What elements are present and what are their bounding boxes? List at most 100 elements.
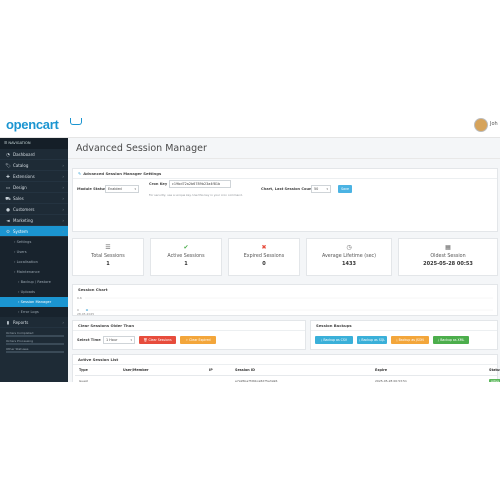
chart-count-label: Chart, Last Session Count bbox=[261, 187, 314, 191]
select-time-dropdown[interactable]: 1 Hour ▾ bbox=[103, 336, 135, 344]
chevron-down-icon: ▾ bbox=[134, 187, 136, 191]
stat-label: Expired Sessions bbox=[243, 254, 285, 259]
progress-track bbox=[6, 343, 64, 345]
clear-expired-button[interactable]: ✧ Clear Expired bbox=[180, 336, 216, 344]
cog-icon: ⚙ bbox=[6, 230, 10, 235]
sidebar-subitem-backup-restore[interactable]: › Backup / Restore bbox=[0, 277, 68, 287]
opencart-logo[interactable]: opencart bbox=[6, 117, 59, 132]
clear-sessions-panel: Clear Sessions Older Than Select Time 1 … bbox=[72, 320, 306, 350]
page-title: Advanced Session Manager bbox=[76, 143, 207, 154]
screenshot-stage: opencart Joh ☰ NAVIGATION ◔ Dashboard 🏷 Cat… bbox=[0, 0, 500, 500]
progress-track bbox=[6, 335, 64, 337]
sidebar-subitem-label: Localisation bbox=[16, 260, 38, 264]
settings-panel: ✎ Advanced Session Manager Settings Modul… bbox=[72, 168, 498, 232]
backup-csv-button[interactable]: ⤓ Backup as CSV bbox=[315, 336, 353, 344]
active-session-panel: Active Session List Type User/Member IP Ses… bbox=[72, 354, 500, 382]
chart-point bbox=[86, 309, 88, 311]
user-avatar[interactable] bbox=[474, 118, 488, 132]
cron-key-input[interactable]: c19bd72a2b6789b23a4f81b bbox=[169, 180, 231, 188]
list-icon: ☰ bbox=[105, 244, 111, 251]
sidebar-subitem-label: Users bbox=[16, 250, 27, 254]
sidebar-subitem-label: Backup / Restore bbox=[20, 280, 51, 284]
sidebar-item-sales[interactable]: ⛟ Sales › bbox=[0, 193, 68, 204]
settings-panel-title: ✎ Advanced Session Manager Settings bbox=[73, 169, 497, 179]
user-name[interactable]: Joh bbox=[490, 121, 498, 127]
table-cell-session_id: e7a95ba7fd6bca8d75e3a96 bbox=[235, 379, 278, 382]
backup-button-label: Backup as SQL bbox=[361, 338, 386, 342]
chart-x-tick: 28.05.2025 bbox=[77, 312, 94, 316]
chevron-down-icon: ▾ bbox=[130, 338, 132, 342]
sidebar-item-reports[interactable]: ▮ Reports › bbox=[0, 317, 68, 328]
stat-card-oldest-session: ▦ Oldest Session 2025-05-28 00:53 bbox=[398, 238, 498, 276]
chevron-down-icon: ▾ bbox=[326, 187, 328, 191]
stat-value: 1 bbox=[106, 261, 110, 267]
sidebar-subitem-label: Uploads bbox=[20, 290, 36, 294]
sidebar-item-design[interactable]: ▭ Design › bbox=[0, 182, 68, 193]
table-column-header: Expire bbox=[375, 368, 388, 372]
sidebar-subitem-label: Maintenance bbox=[16, 270, 40, 274]
table-column-header: IP bbox=[209, 368, 213, 372]
table-column-header: Type bbox=[79, 368, 88, 372]
stat-card-active-sessions: ✔ Active Sessions 1 bbox=[150, 238, 222, 276]
backup-json-button[interactable]: ⤓ Backup as JSON bbox=[391, 336, 429, 344]
clock-icon: ◷ bbox=[346, 244, 352, 251]
sidebar-item-catalog[interactable]: 🏷 Catalog › bbox=[0, 160, 68, 171]
sidebar-item-customers[interactable]: ● Customers › bbox=[0, 204, 68, 215]
calendar-icon: ▦ bbox=[445, 244, 451, 251]
sidebar-item-marketing[interactable]: ◄ Marketing › bbox=[0, 215, 68, 226]
stat-value: 1433 bbox=[342, 261, 356, 267]
module-status-label: Module Status bbox=[77, 187, 107, 191]
backup-button-label: Backup as JSON bbox=[398, 338, 424, 342]
table-header-divider bbox=[75, 375, 497, 376]
sidebar-item-label: Customers bbox=[13, 207, 35, 212]
session-backups-panel: Session Backups ⤓ Backup as CSV ⤓ Backup … bbox=[310, 320, 498, 350]
sidebar-item-label: Design bbox=[13, 185, 27, 190]
session-chart: 0.6028.05.2025 bbox=[77, 296, 493, 316]
table-cell-expire: 2025-05-28 00:53:51 bbox=[375, 379, 407, 382]
save-button[interactable]: Save bbox=[338, 185, 352, 193]
sidebar-item-label: Sales bbox=[13, 196, 24, 201]
stat-card-expired-sessions: ✖ Expired Sessions 0 bbox=[228, 238, 300, 276]
sidebar-subitem-localisation[interactable]: › Localisation bbox=[0, 257, 68, 267]
sidebar-subitem-users[interactable]: › Users bbox=[0, 247, 68, 257]
sidebar-item-dashboard[interactable]: ◔ Dashboard bbox=[0, 149, 68, 160]
sidebar-navigation: ☰ NAVIGATION ◔ Dashboard 🏷 Catalog › ✚ Extensi… bbox=[0, 138, 68, 382]
sidebar-subitem-uploads[interactable]: › Uploads bbox=[0, 287, 68, 297]
sidebar-subitem-session-manager[interactable]: › Session Manager bbox=[0, 297, 68, 307]
chevron-right-icon: › bbox=[62, 196, 64, 201]
navigation-heading: ☰ NAVIGATION bbox=[0, 138, 68, 149]
active-session-title: Active Session List bbox=[73, 355, 497, 365]
progress-track bbox=[6, 351, 64, 353]
logo-cart-icon bbox=[70, 118, 82, 125]
session-backups-title: Session Backups bbox=[311, 321, 497, 331]
backup-button-label: Backup as CSV bbox=[323, 338, 348, 342]
sidebar-item-extensions[interactable]: ✚ Extensions › bbox=[0, 171, 68, 182]
backup-sql-button[interactable]: ⤓ Backup as SQL bbox=[357, 336, 387, 344]
sidebar-subitem-error-logs[interactable]: › Error Logs bbox=[0, 307, 68, 317]
title-divider bbox=[68, 158, 500, 159]
table-column-header: Session ID bbox=[235, 368, 255, 372]
chevron-right-icon: › bbox=[62, 207, 64, 212]
sidebar-subitem-maintenance[interactable]: › Maintenance bbox=[0, 267, 68, 277]
sidebar-item-label: Extensions bbox=[13, 174, 35, 179]
sidebar-item-label: Dashboard bbox=[13, 152, 35, 157]
sidebar-subitem-label: Session Manager bbox=[20, 300, 52, 304]
chart-y-tick: 0.6 bbox=[77, 296, 82, 300]
check-circle-icon: ✔ bbox=[183, 244, 189, 251]
stat-value: 0 bbox=[262, 261, 266, 267]
table-column-header: User/Member bbox=[123, 368, 149, 372]
sidebar-item-system[interactable]: ⚙ System › bbox=[0, 226, 68, 237]
select-time-label: Select Time bbox=[77, 338, 101, 342]
backup-xml-button[interactable]: ⤓ Backup as XML bbox=[433, 336, 469, 344]
table-cell-type: Guest bbox=[79, 379, 88, 382]
chart-count-select[interactable]: 50 ▾ bbox=[311, 185, 331, 193]
sidebar-subitem-label: Error Logs bbox=[20, 310, 39, 314]
sidebar-subitem-settings[interactable]: › Settings bbox=[0, 237, 68, 247]
sidebar-item-label: Marketing bbox=[13, 218, 33, 223]
module-status-select[interactable]: Enabled ▾ bbox=[105, 185, 139, 193]
chevron-right-icon: › bbox=[62, 174, 64, 179]
clear-sessions-button[interactable]: 🗑 Clear Sessions bbox=[139, 336, 176, 344]
stat-label: Average Lifetime (sec) bbox=[321, 254, 377, 259]
cron-key-label: Cron Key bbox=[149, 182, 168, 186]
status-badge: Active bbox=[489, 379, 500, 382]
